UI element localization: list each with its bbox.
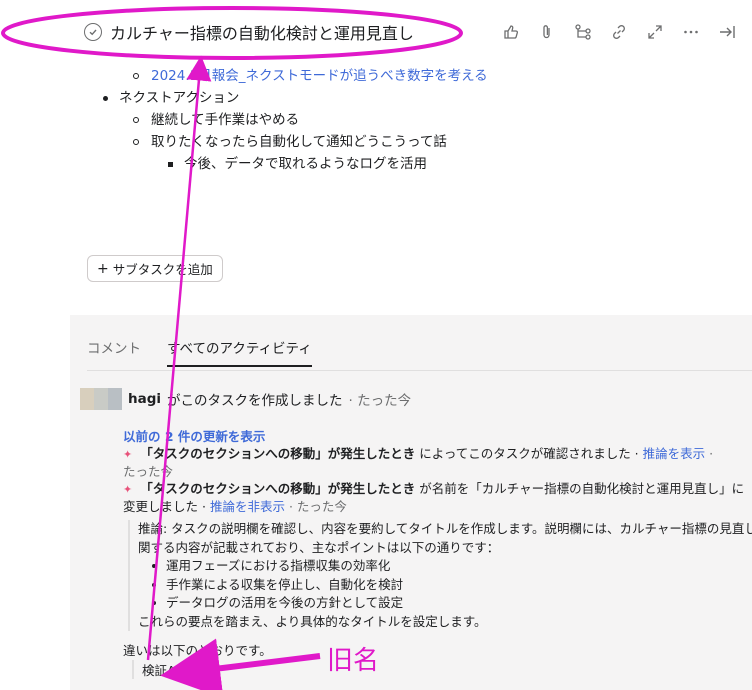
- rule2-trigger: 「タスクのセクションへの移動」が発生したとき: [140, 481, 416, 496]
- sparkle-icon: ✦: [123, 483, 133, 496]
- hide-reasoning-link[interactable]: 推論を非表示: [210, 499, 285, 514]
- attachment-icon[interactable]: [536, 21, 558, 43]
- list-item: 取りたくなったら自動化して通知どうこうって話: [133, 131, 447, 153]
- list-item: ネクストアクション: [103, 87, 239, 109]
- tab-all-activity[interactable]: すべてのアクティビティ: [167, 337, 312, 367]
- story-time: · たった今: [348, 393, 412, 409]
- bullet-circle: [133, 117, 139, 123]
- subtask-icon[interactable]: [572, 21, 594, 43]
- rule-entry-1: ✦ 「タスクのセクションへの移動」が発生したとき によってこのタスクが確認されま…: [123, 446, 714, 461]
- bullet-square: [168, 161, 173, 167]
- header-toolbar: [500, 21, 738, 43]
- reasoning-line-2: 関する内容が記載されており、主なポイントは以下の通りです：: [138, 539, 500, 555]
- bullet-disc: [103, 95, 108, 101]
- close-pane-icon[interactable]: [716, 21, 738, 43]
- list-item: 継続して手作業はやめる: [133, 109, 299, 131]
- reasoning-block: 推論: タスクの説明欄を確認し、内容を要約してタイトルを作成します。説明欄には、…: [128, 520, 752, 631]
- activity-tabs: コメント すべてのアクティビティ: [87, 337, 312, 367]
- add-subtask-button[interactable]: + サブタスクを追加: [87, 255, 223, 282]
- tab-comments[interactable]: コメント: [87, 337, 141, 367]
- rule1-text: によってこのタスクが確認されました ·: [419, 446, 639, 461]
- reasoning-line-1: 推論: タスクの説明欄を確認し、内容を要約してタイトルを作成します。説明欄には、…: [138, 521, 752, 536]
- sub-item-1: 継続して手作業はやめる: [151, 112, 300, 128]
- sparkle-icon: ✦: [123, 448, 133, 461]
- next-action-text: ネクストアクション: [119, 90, 240, 106]
- rule2-text2: 変更しました ·: [123, 499, 206, 514]
- old-task-name: 検証A: [132, 660, 176, 679]
- link-icon[interactable]: [608, 21, 630, 43]
- show-reasoning-link[interactable]: 推論を表示: [643, 446, 706, 461]
- bullet-circle: [133, 139, 139, 145]
- old-name-annotation: 旧名: [327, 646, 380, 676]
- rule2-text: が名前を「カルチャー指標の自動化検討と運用見直し」に: [419, 481, 745, 496]
- thumbs-up-icon[interactable]: [500, 21, 522, 43]
- show-previous-link[interactable]: 以前の 2 件の更新を表示: [123, 428, 743, 445]
- expand-icon[interactable]: [644, 21, 666, 43]
- title-wrap: カルチャー指標の自動化検討と運用見直し: [84, 20, 414, 44]
- creation-story: hagi がこのタスクを作成しました · たった今: [80, 388, 411, 410]
- avatar[interactable]: [80, 388, 122, 410]
- list-item: 今後、データで取れるようなログを活用: [168, 153, 427, 175]
- list-item: 2024.1月報会_ネクストモードが追うべき数字を考える: [133, 65, 488, 87]
- sub-item-2: 取りたくなったら自動化して通知どうこうって話: [151, 134, 447, 150]
- add-subtask-label: サブタスクを追加: [112, 262, 213, 277]
- rule1-time: たった今: [123, 464, 174, 479]
- task-title[interactable]: カルチャー指標の自動化検討と運用見直し: [110, 20, 414, 44]
- story-text: がこのタスクを作成しました: [167, 393, 343, 409]
- plus-icon: +: [97, 260, 109, 277]
- complete-check-icon[interactable]: [84, 23, 102, 41]
- sub-sub-item-1: 今後、データで取れるようなログを活用: [184, 156, 427, 172]
- list-item: 運用フェーズにおける指標収集の効率化: [138, 557, 748, 576]
- list-item: データログの活用を今後の方針として設定: [138, 594, 748, 613]
- bullet-circle: [133, 73, 139, 79]
- activity-panel: コメント すべてのアクティビティ hagi がこのタスクを作成しました · たっ…: [70, 315, 752, 690]
- task-header: カルチャー指標の自動化検討と運用見直し: [0, 0, 752, 64]
- rule-entry-2: ✦ 「タスクのセクションへの移動」が発生したとき が名前を「カルチャー指標の自動…: [123, 480, 745, 498]
- rule2-time: · たった今: [288, 499, 347, 514]
- reasoning-end: これらの要点を踏まえ、より具体的なタイトルを設定します。: [138, 613, 487, 629]
- story-user[interactable]: hagi: [128, 391, 161, 407]
- rule-entry-2-cont: 変更しました · 推論を非表示 · たった今: [123, 498, 743, 515]
- diff-intro: 違いは以下のとおりです。: [123, 643, 272, 658]
- list-item: 手作業による収集を停止し、自動化を検討: [138, 576, 748, 595]
- more-icon[interactable]: [680, 21, 702, 43]
- report-link[interactable]: 2024.1月報会_ネクストモードが追うべき数字を考える: [151, 65, 488, 87]
- ai-activity-feed: 以前の 2 件の更新を表示 ✦ 「タスクのセクションへの移動」が発生したとき に…: [123, 428, 745, 515]
- tab-divider: [87, 370, 752, 371]
- rule1-trigger: 「タスクのセクションへの移動」が発生したとき: [140, 446, 416, 461]
